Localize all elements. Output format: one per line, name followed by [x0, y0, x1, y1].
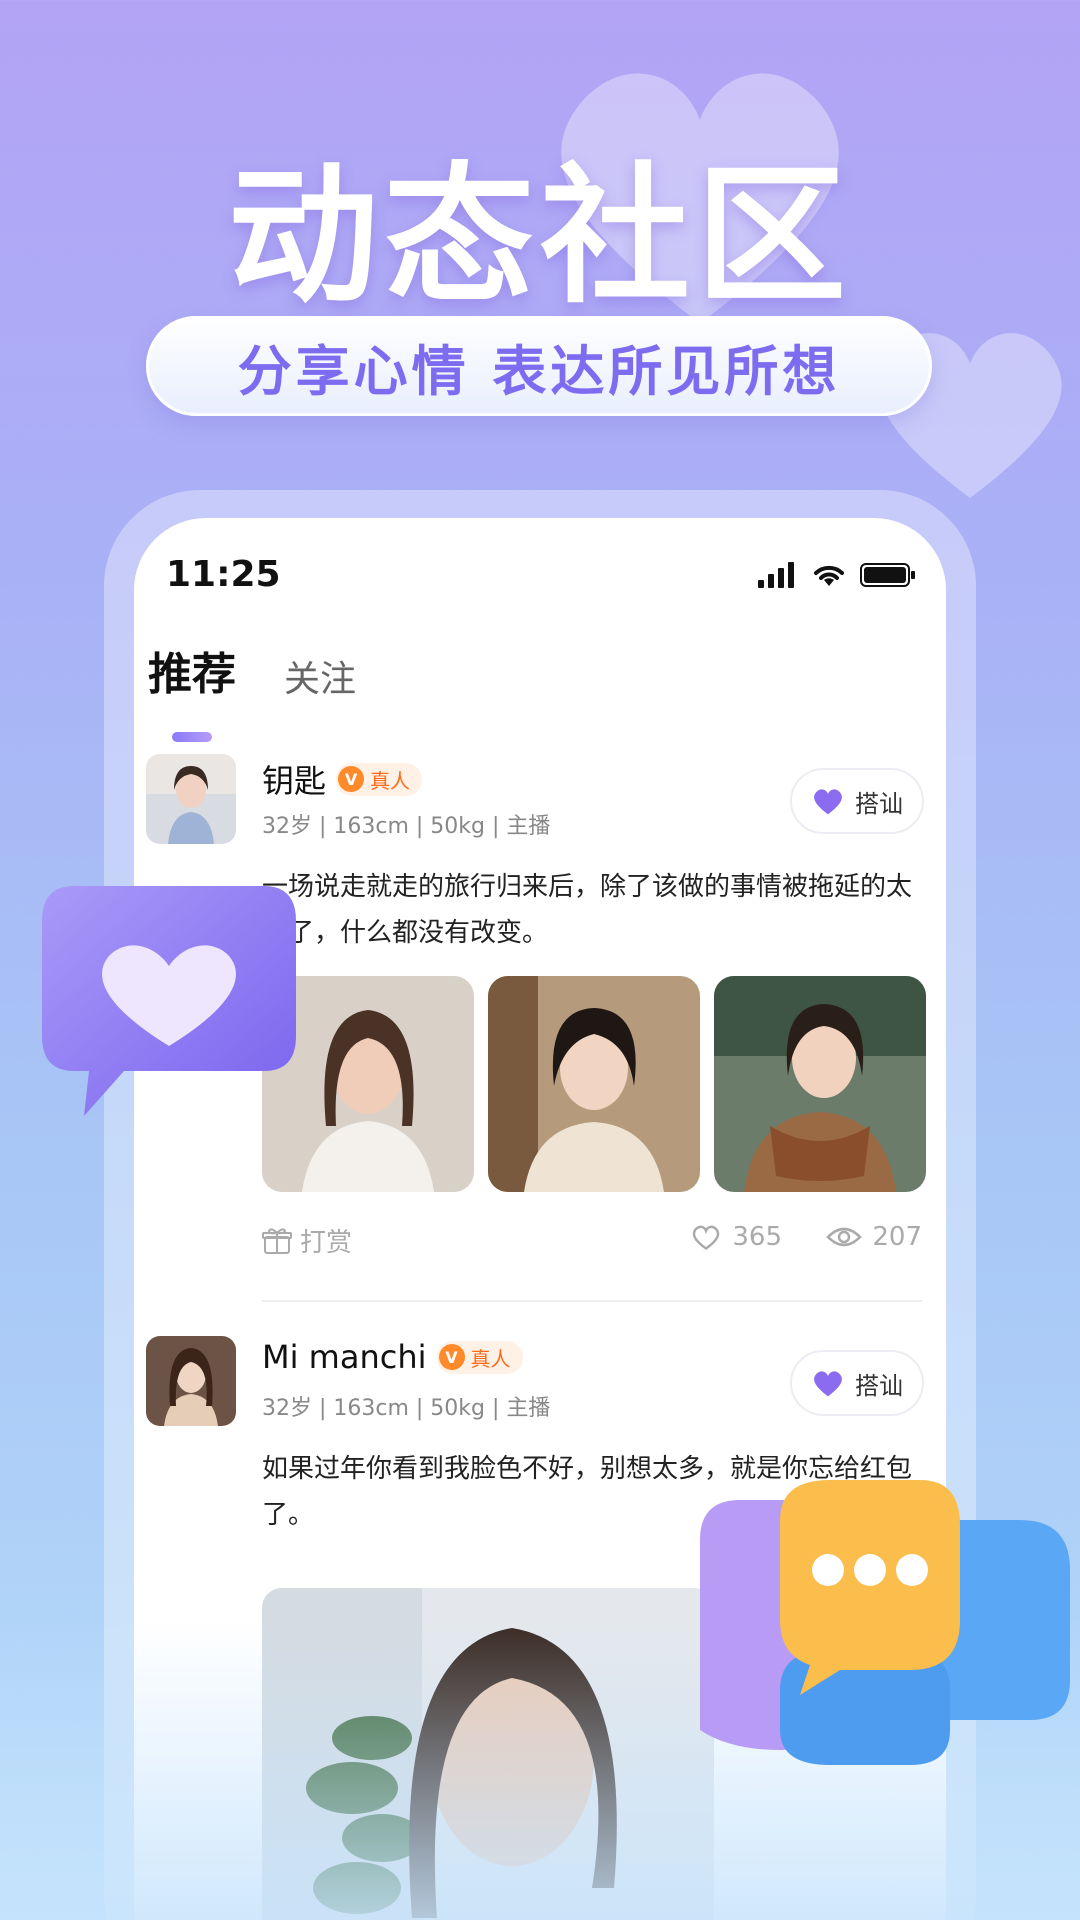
- eye-icon: [826, 1227, 863, 1247]
- post-photo[interactable]: [714, 976, 926, 1192]
- greet-button[interactable]: 搭讪: [790, 768, 924, 834]
- wifi-icon: [814, 565, 844, 586]
- author-name: Mi manchi: [262, 1338, 427, 1376]
- post-divider: [262, 1300, 922, 1302]
- heart-icon: [814, 789, 842, 815]
- heart-outline-icon: [693, 1225, 720, 1251]
- author-name: 钥匙: [262, 762, 327, 800]
- tip-label: 打赏: [300, 1228, 353, 1258]
- avatar[interactable]: [146, 1336, 236, 1426]
- status-icons: [758, 562, 916, 588]
- verified-label: 真人: [370, 768, 411, 793]
- verified-badge: V 真人: [436, 1340, 523, 1374]
- author-meta: 32岁 | 163cm | 50kg | 主播: [262, 814, 551, 839]
- hero-title: 动态社区: [227, 150, 852, 324]
- tab-recommend-label: 推荐: [148, 649, 236, 700]
- greet-label: 搭讪: [855, 1371, 903, 1400]
- verified-badge: V 真人: [336, 762, 423, 796]
- hero-subtitle: 分享心情 表达所见所想: [146, 316, 932, 416]
- chat-bubbles-icon: [700, 1480, 1070, 1765]
- view-count-group: 207: [826, 1222, 922, 1252]
- tab-follow[interactable]: 关注: [284, 650, 356, 702]
- signal-icon: [758, 562, 794, 588]
- greet-label: 搭讪: [855, 789, 903, 818]
- gift-icon: [262, 1227, 292, 1254]
- post-photo[interactable]: [488, 976, 700, 1192]
- tip-button[interactable]: 打赏: [262, 1222, 352, 1259]
- status-bar: 11:25: [166, 554, 916, 604]
- feed-tabs: 推荐 关注: [148, 638, 356, 742]
- battery-icon: [860, 563, 915, 587]
- verified-label: 真人: [470, 1346, 511, 1371]
- greet-button[interactable]: 搭讪: [790, 1350, 924, 1416]
- view-count: 207: [872, 1222, 922, 1252]
- tab-active-indicator: [172, 732, 212, 742]
- heart-icon: [814, 1371, 842, 1397]
- post-author: 钥匙 V 真人: [262, 756, 423, 802]
- verified-icon: V: [438, 1344, 465, 1370]
- post-text: 一场说走就走的旅行归来后，除了该做的事情被拖延的太久了，什么都没有改变。: [262, 872, 913, 948]
- post-photos: [262, 976, 926, 1192]
- status-time: 11:25: [166, 554, 281, 595]
- tab-recommend[interactable]: 推荐: [148, 638, 236, 742]
- author-meta: 32岁 | 163cm | 50kg | 主播: [262, 1396, 551, 1421]
- like-count: 365: [732, 1222, 782, 1252]
- post-actions: 打赏 365 207: [262, 1222, 922, 1262]
- post-author: Mi manchi V 真人: [262, 1338, 523, 1376]
- avatar[interactable]: [146, 754, 236, 844]
- like-button[interactable]: 365: [690, 1222, 782, 1252]
- heart-bubble-icon: [42, 886, 296, 1116]
- verified-icon: V: [338, 766, 365, 792]
